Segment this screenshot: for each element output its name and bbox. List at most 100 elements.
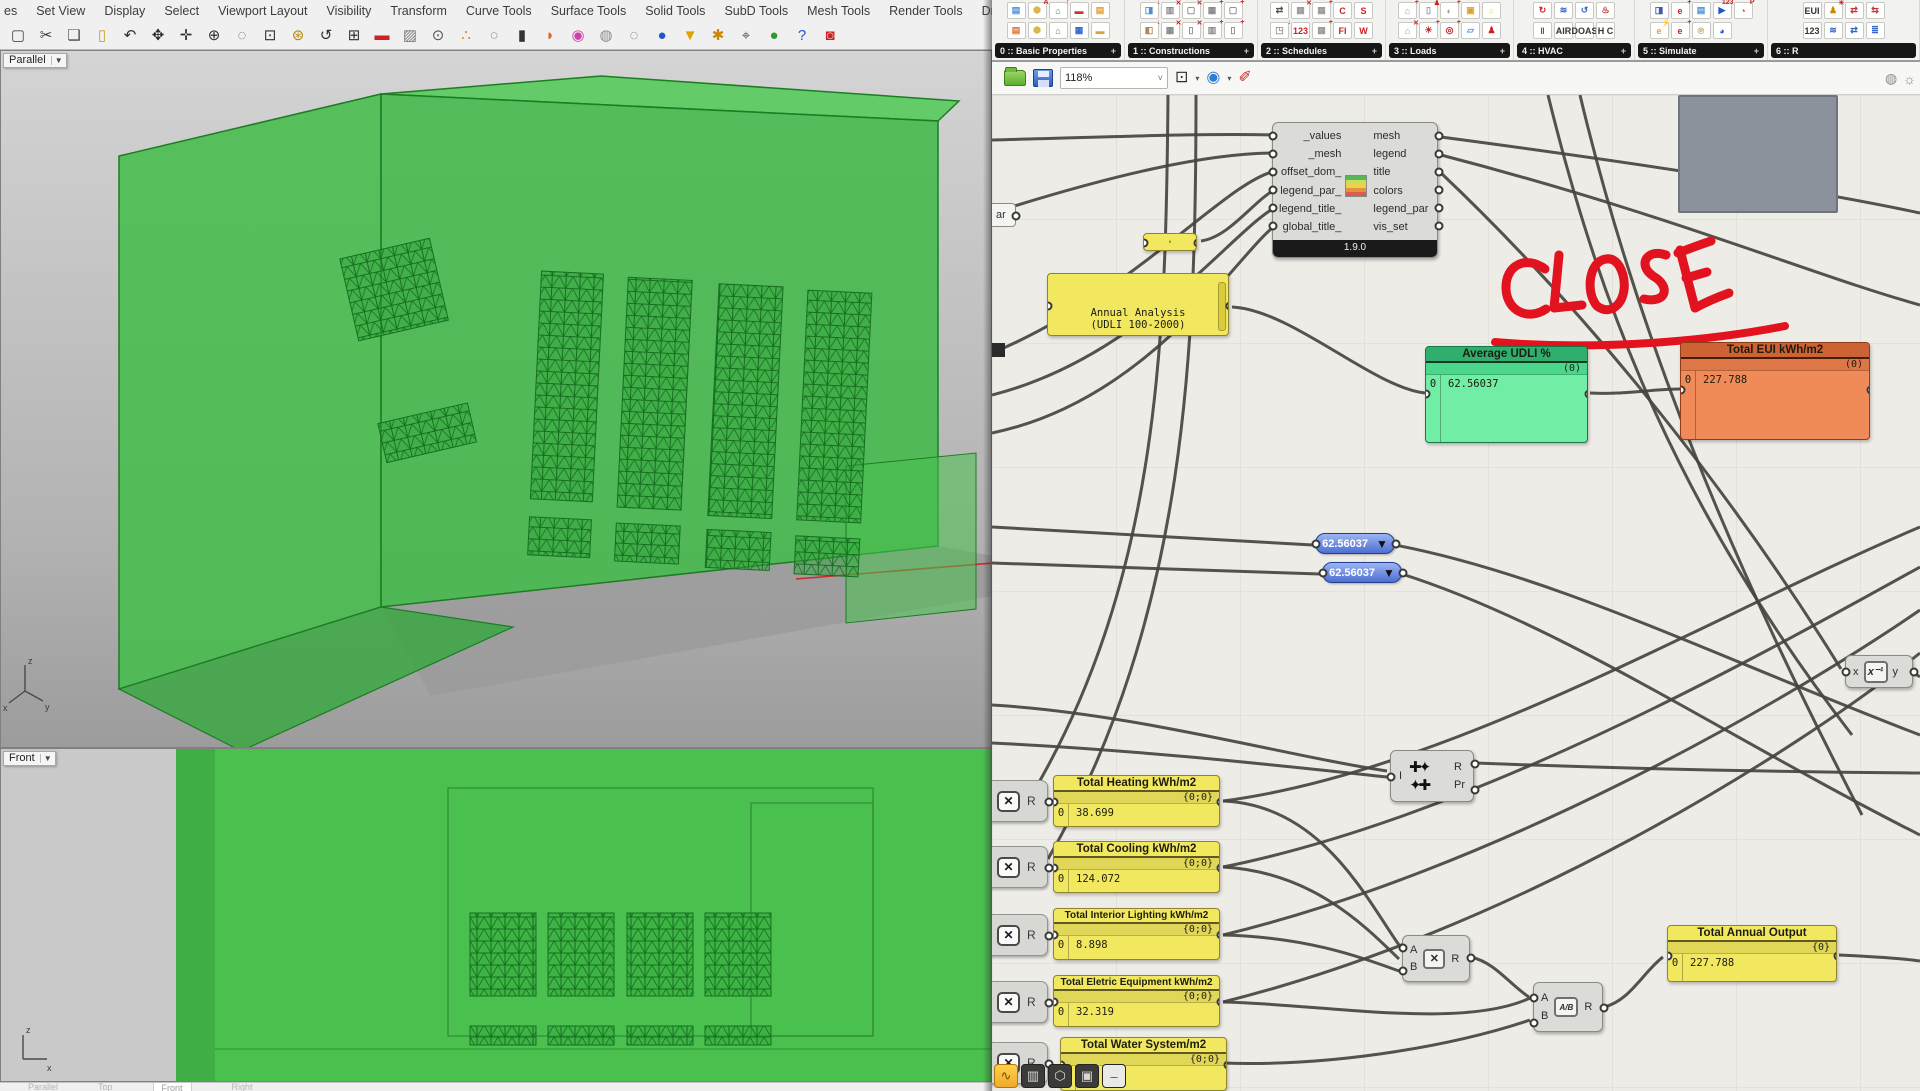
gh-component-icon[interactable]: ≣ <box>1866 22 1885 39</box>
gh-component-icon[interactable]: ▥✕ <box>1161 2 1180 19</box>
gh-component-icon[interactable]: C <box>1333 2 1352 19</box>
gh-component-icon[interactable]: ≋ <box>1824 22 1843 39</box>
rhino-toolbar-icon[interactable]: ◍ <box>594 25 618 47</box>
tab-caption[interactable]: 5 :: Simulate+ <box>1638 43 1764 58</box>
menu-item[interactable]: Transform <box>390 4 447 18</box>
menu-item[interactable]: Viewport Layout <box>218 4 307 18</box>
gh-component-icon[interactable]: ▶123 <box>1713 2 1732 19</box>
gh-component-icon[interactable]: e⚡ <box>1650 22 1669 39</box>
sketch-widget-icon[interactable]: ∿ <box>994 1064 1018 1088</box>
gh-component-icon[interactable]: ▦✕ <box>1161 22 1180 39</box>
rhino-toolbar-icon[interactable]: ? <box>790 25 814 47</box>
gh-component-icon[interactable]: EUI <box>1803 2 1822 19</box>
menu-item[interactable]: Solid Tools <box>645 4 705 18</box>
gh-component-icon[interactable]: ⌂✕ <box>1398 22 1417 39</box>
gh-component-icon[interactable]: ▣ <box>1461 2 1480 19</box>
tiny-value-panel[interactable]: ' <box>1143 233 1197 251</box>
zoom-extents-icon[interactable]: ⊡ <box>1175 70 1188 86</box>
rhino-toolbar-icon[interactable]: ▮ <box>510 25 534 47</box>
menu-item[interactable]: Render Tools <box>889 4 962 18</box>
gh-component-icon[interactable]: ▬ <box>1091 22 1110 39</box>
menu-item[interactable]: Select <box>164 4 199 18</box>
gh-component-icon[interactable]: ▯♟ <box>1419 2 1438 19</box>
rhino-toolbar-icon[interactable]: ◗ <box>538 25 562 47</box>
rhino-toolbar-icon[interactable]: ↶ <box>118 25 142 47</box>
menu-item[interactable]: Curve Tools <box>466 4 532 18</box>
gh-component-icon[interactable]: ▤ <box>1692 2 1711 19</box>
rhino-toolbar-icon[interactable]: ⊡ <box>258 25 282 47</box>
gh-component-icon[interactable]: e+ <box>1671 22 1690 39</box>
gh-component-icon[interactable]: ○ <box>1482 2 1501 19</box>
relay-component[interactable]: ✕ R <box>992 846 1048 888</box>
rhino-toolbar-icon[interactable]: ⊛ <box>286 25 310 47</box>
input-port-label[interactable]: legend_title_ <box>1279 203 1341 215</box>
gh-component-icon[interactable]: ◐+ <box>1440 2 1459 19</box>
tab-caption[interactable]: 1 :: Constructions+ <box>1128 43 1254 58</box>
gh-component-icon[interactable]: ◎+ <box>1440 22 1459 39</box>
gh-component-icon[interactable]: S <box>1354 2 1373 19</box>
tab-caption[interactable]: 0 :: Basic Properties+ <box>995 43 1121 58</box>
input-port-label[interactable]: global_title_ <box>1279 221 1341 233</box>
gh-component-icon[interactable]: ☀+ <box>1419 22 1438 39</box>
rhino-toolbar-icon[interactable]: ▨ <box>398 25 422 47</box>
total-eui-panel[interactable]: Total EUI kWh/m2 (0) 0 227.788 <box>1680 342 1870 440</box>
gh-component-icon[interactable]: ⌂+ <box>1398 2 1417 19</box>
gh-component-icon[interactable]: ◨↓ <box>1140 2 1159 19</box>
gh-component-icon[interactable]: ⬢A <box>1028 2 1047 19</box>
gh-component-icon[interactable]: ▱ <box>1461 22 1480 39</box>
total-cooling-panel[interactable]: Total Cooling kWh/m2 {0;0} 0124.072 <box>1053 841 1220 893</box>
gh-component-icon[interactable]: ↺ <box>1575 2 1594 19</box>
gh-component-icon[interactable]: ◳↓ <box>1270 22 1289 39</box>
gh-component-icon[interactable]: e+ <box>1671 2 1690 19</box>
gh-component-icon[interactable]: AIR <box>1554 22 1573 39</box>
gh-component-icon[interactable]: 123 <box>1803 22 1822 39</box>
gh-component-icon[interactable]: ▦+ <box>1203 2 1222 19</box>
relay-component[interactable]: ✕ R <box>992 780 1048 822</box>
output-port-label[interactable]: title <box>1373 166 1431 178</box>
x-button[interactable]: ✕ <box>997 992 1020 1013</box>
menu-item[interactable]: Visibility <box>326 4 371 18</box>
gh-component-icon[interactable]: ◔P <box>1734 2 1753 19</box>
rhino-toolbar-icon[interactable]: ● <box>650 25 674 47</box>
gh-component-icon[interactable]: ≋ <box>1554 2 1573 19</box>
gh-component-icon[interactable]: H C <box>1596 22 1615 39</box>
display-icon[interactable]: ☼ <box>1903 71 1916 87</box>
menu-item[interactable]: es <box>4 4 17 18</box>
tab-parallel[interactable]: Parallel <box>28 1082 58 1091</box>
menu-item[interactable]: Surface Tools <box>551 4 627 18</box>
viewport-title-parallel[interactable]: Parallel ▼ <box>3 53 67 68</box>
rhino-toolbar-icon[interactable]: ⊙ <box>426 25 450 47</box>
gh-component-icon[interactable]: ♨ <box>1596 2 1615 19</box>
autosave-widget-icon[interactable]: ▣ <box>1075 1064 1099 1088</box>
output-port-label[interactable]: mesh <box>1373 130 1431 142</box>
input-port-label[interactable]: _mesh <box>1279 148 1341 160</box>
gh-component-icon[interactable]: ▥+ <box>1203 22 1222 39</box>
zoom-level-combo[interactable]: 118% ˅ <box>1060 67 1168 89</box>
rhino-toolbar-icon[interactable]: ✛ <box>174 25 198 47</box>
relay-component[interactable]: ✕ R <box>992 914 1048 956</box>
inverse-component[interactable]: x x⁻¹ y <box>1845 655 1913 688</box>
sketch-pen-icon[interactable]: ✐ <box>1238 70 1251 86</box>
gh-component-icon[interactable]: ♟ <box>1482 22 1501 39</box>
number-slider[interactable]: 62.56037 ▼ <box>1315 533 1395 554</box>
solver-widget-icon[interactable]: ⬡ <box>1048 1064 1072 1088</box>
tab-caption[interactable]: 4 :: HVAC+ <box>1517 43 1631 58</box>
globe-icon[interactable]: ◍ <box>1885 70 1897 87</box>
viewport-front[interactable]: z x Front ▼ <box>0 748 992 1082</box>
input-port-label[interactable]: _values <box>1279 130 1341 142</box>
recolor-mesh-component[interactable]: _values_meshoffset_dom_legend_par_legend… <box>1272 122 1438 258</box>
viewport-title-front[interactable]: Front ▼ <box>3 751 56 766</box>
rhino-toolbar-icon[interactable]: ✱ <box>706 25 730 47</box>
chevron-down-icon[interactable]: ▼ <box>40 754 52 763</box>
gh-component-icon[interactable]: W <box>1354 22 1373 39</box>
input-port-label[interactable]: offset_dom_ <box>1279 166 1341 178</box>
preview-eye-icon[interactable]: ◉ <box>1206 70 1220 86</box>
tab-right[interactable]: Right <box>232 1082 253 1091</box>
rhino-toolbar-icon[interactable]: ▼ <box>678 25 702 47</box>
gh-component-icon[interactable]: ⇄ <box>1845 2 1864 19</box>
gh-component-icon[interactable]: ▢✕ <box>1182 2 1201 19</box>
relay-component[interactable]: ✕ R <box>992 981 1048 1023</box>
rhino-toolbar-icon[interactable]: ⊕ <box>202 25 226 47</box>
slider-grip-icon[interactable]: ▼ <box>1376 537 1388 551</box>
rhino-toolbar-icon[interactable]: ∴ <box>454 25 478 47</box>
